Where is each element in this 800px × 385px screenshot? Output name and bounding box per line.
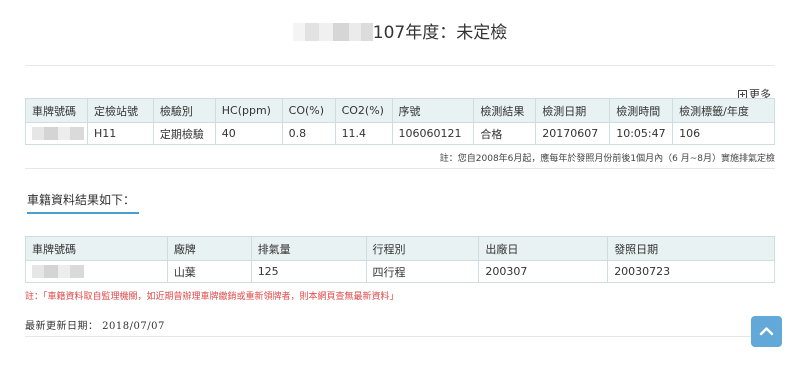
page-title-text: 107年度：未定檢 — [372, 23, 508, 43]
page-content: 107年度：未定檢 更多 車牌號碼 定檢站號 檢驗別 HC(ppm) CO(%)… — [25, 0, 775, 385]
column-header: 檢測結果 — [473, 98, 537, 123]
column-header: 檢測日期 — [535, 98, 611, 123]
time-cell: 10:05:47 — [609, 122, 674, 145]
vehicle-table: 車牌號碼 廠牌 排氣量 行程別 出廠日 發照日期 山葉 125 四行程 2003… — [25, 236, 775, 283]
chevron-up-icon — [759, 327, 774, 336]
issue-date-cell: 20030723 — [607, 260, 775, 283]
co-cell: 0.8 — [281, 122, 336, 145]
table-header-row: 車牌號碼 定檢站號 檢驗別 HC(ppm) CO(%) CO2(%) 序號 檢測… — [25, 98, 775, 123]
result-cell: 合格 — [473, 122, 537, 145]
last-updated: 最新更新日期： 2018/07/07 — [25, 321, 165, 332]
column-header: CO2(%) — [334, 98, 393, 123]
manufacture-date-cell: 200307 — [478, 260, 609, 283]
column-header: 排氣量 — [250, 236, 367, 261]
column-header: 發照日期 — [607, 236, 775, 261]
plate-cell — [25, 122, 88, 145]
plate-cell — [25, 260, 168, 283]
column-header: 廠牌 — [166, 236, 252, 261]
back-to-top-button[interactable] — [751, 316, 782, 347]
table-row: 山葉 125 四行程 200307 20030723 — [25, 260, 775, 283]
displacement-cell: 125 — [250, 260, 367, 283]
station-cell: H11 — [86, 122, 154, 145]
column-header: 車牌號碼 — [25, 98, 88, 123]
column-header: 序號 — [391, 98, 475, 123]
type-cell: 定期檢驗 — [152, 122, 216, 145]
column-header: CO(%) — [281, 98, 336, 123]
table-header-row: 車牌號碼 廠牌 排氣量 行程別 出廠日 發照日期 — [25, 236, 775, 261]
column-header: 出廠日 — [478, 236, 609, 261]
page-title: 107年度：未定檢 — [25, 18, 775, 43]
divider — [25, 336, 775, 337]
column-header: 車牌號碼 — [25, 236, 168, 261]
date-cell: 20170607 — [535, 122, 611, 145]
table-row: H11 定期檢驗 40 0.8 11.4 106060121 合格 201706… — [25, 122, 775, 145]
divider — [25, 65, 775, 66]
column-header: HC(ppm) — [214, 98, 283, 123]
column-header: 檢驗別 — [152, 98, 216, 123]
vehicle-note: 註：「車籍資料取自監理機關，如近期曾辦理車牌繳銷或重新領牌者，則本網頁查無最新資… — [25, 292, 399, 302]
stroke-cell: 四行程 — [365, 260, 480, 283]
co2-cell: 11.4 — [334, 122, 393, 145]
label-year-cell: 106 — [672, 122, 775, 145]
hc-cell: 40 — [214, 122, 283, 145]
column-header: 定檢站號 — [86, 98, 154, 123]
redacted-plate — [292, 23, 373, 41]
column-header: 檢測標籤/年度 — [672, 98, 775, 123]
brand-cell: 山葉 — [166, 260, 252, 283]
column-header: 檢測時間 — [609, 98, 674, 123]
column-header: 行程別 — [365, 236, 480, 261]
inspection-table: 車牌號碼 定檢站號 檢驗別 HC(ppm) CO(%) CO2(%) 序號 檢測… — [25, 98, 775, 145]
redacted-plate — [32, 265, 84, 279]
divider — [25, 168, 775, 169]
serial-cell: 106060121 — [391, 122, 475, 145]
inspection-note: 註：您自2008年6月起，應每年於發照月份前後1個月內（6 月~8月）實施排氣定… — [439, 154, 775, 164]
redacted-plate — [32, 127, 84, 141]
section-title: 車籍資料結果如下： — [27, 191, 140, 214]
